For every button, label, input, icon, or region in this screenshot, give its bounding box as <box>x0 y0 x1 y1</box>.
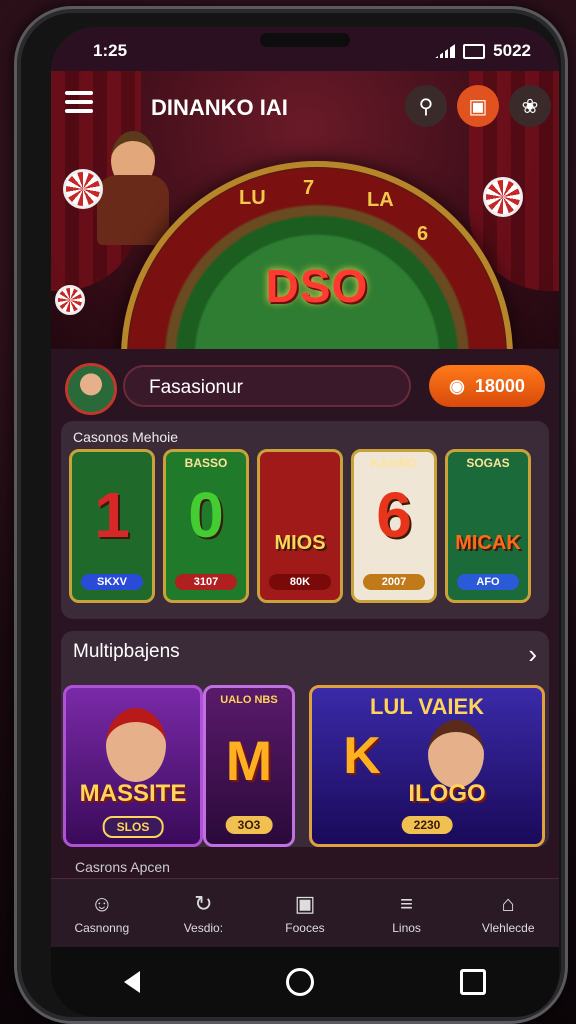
refresh-icon: ↻ <box>194 891 213 916</box>
status-right-text: 5022 <box>493 41 531 60</box>
game-card[interactable]: 1 SKXV <box>69 449 155 603</box>
bottom-nav: ☺ Casnonng ↻ Vesdio: ▣ Fooces ≡ Linos ⌂ Vlehlecde <box>51 878 559 947</box>
nav-label: Linos <box>392 921 421 935</box>
camera-notch <box>260 33 350 47</box>
card-title: MICAK <box>455 532 521 554</box>
game-tile-m[interactable]: UALO NBS M 3O3 <box>203 685 295 847</box>
nav-label: Vesdio: <box>183 921 224 935</box>
card-badge: 3107 <box>175 574 237 590</box>
coin-icon: ◉ <box>449 375 465 396</box>
recent-apps-icon[interactable] <box>460 969 486 995</box>
battery-icon <box>463 43 486 59</box>
nav-label: Fooces <box>285 921 325 935</box>
nav-item[interactable]: ≡ Linos <box>356 879 458 947</box>
menu-icon[interactable] <box>65 91 93 115</box>
nav-item[interactable]: ↻ Vesdio: <box>153 879 255 947</box>
coin-balance-button[interactable]: ◉ 18000 <box>429 365 545 407</box>
game-card[interactable]: BASSO 0 3107 <box>163 449 249 603</box>
avatar-icon: ☺ <box>90 891 114 916</box>
section-title: Casonos Mehoie <box>73 429 179 445</box>
back-icon[interactable] <box>124 971 140 993</box>
card-title: 1 <box>94 479 130 551</box>
bag-icon: ▣ <box>294 891 316 916</box>
main-panel: Fasasionur ◉ 18000 Casonos Mehoie 1 SKXV B… <box>51 349 559 947</box>
game-tile-massite[interactable]: MASSITE SLOS <box>63 685 203 847</box>
username-field[interactable]: Fasasionur <box>123 365 411 407</box>
character-icon <box>428 720 484 788</box>
chevron-right-icon[interactable]: › <box>528 639 537 670</box>
character-icon <box>106 708 166 782</box>
system-nav-bar <box>51 947 559 1017</box>
game-card[interactable]: MIOS 80K <box>257 449 343 603</box>
card-title: 0 <box>188 479 224 551</box>
multiplayer-section: Multipbajens › MASSITE SLOS UALO NBS M 3… <box>61 631 549 847</box>
chip-icon <box>483 177 523 217</box>
game-card[interactable]: SOGAS MICAK AFO <box>445 449 531 603</box>
nav-label: Vlehlecde <box>481 921 535 935</box>
card-title: 6 <box>376 479 412 551</box>
gift-icon[interactable]: ▣ <box>457 85 499 127</box>
card-label: SOGAS <box>466 456 510 470</box>
card-badge: 2007 <box>363 574 425 590</box>
card-title: MIOS <box>274 532 326 554</box>
nav-item[interactable]: ⌂ Vlehlecde <box>457 879 559 947</box>
app-title: DINANKO IAI <box>151 95 288 120</box>
trophy-icon: ⌂ <box>501 891 515 916</box>
app-bar: DINANKO IAI ⚲ ▣ ❀ <box>51 71 559 141</box>
card-badge: SKXV <box>81 574 143 590</box>
nav-label: Casnonng <box>74 921 130 935</box>
roulette-wheel: LU 7 LA 6 DSO <box>121 161 513 361</box>
card-badge: AFO <box>457 574 519 590</box>
profile-row: Fasasionur ◉ 18000 <box>65 361 545 415</box>
card-label: KASINO <box>370 456 418 470</box>
microphone-icon[interactable]: ⚲ <box>405 85 447 127</box>
nav-item[interactable]: ☺ Casnonng <box>51 879 153 947</box>
status-time: 1:25 <box>93 41 128 60</box>
nav-item[interactable]: ▣ Fooces <box>254 879 356 947</box>
section-title: Casrons Apcen <box>75 859 170 875</box>
game-tile-lul-vaiek[interactable]: LUL VAIEK K ILOGO 2230 <box>309 685 545 847</box>
card-badge: 80K <box>269 574 331 590</box>
user-avatar[interactable] <box>65 363 117 415</box>
signal-icon <box>435 44 456 58</box>
card-label: BASSO <box>184 456 228 470</box>
chip-icon <box>63 169 103 209</box>
game-card[interactable]: KASINO 6 2007 <box>351 449 437 603</box>
banner-logo: DSO <box>265 260 369 312</box>
home-icon[interactable] <box>286 968 314 996</box>
dealer-figure <box>93 131 173 245</box>
profile-icon[interactable]: ❀ <box>509 85 551 127</box>
coin-balance: 18000 <box>474 375 525 396</box>
cards-icon: ≡ <box>400 891 413 916</box>
phone-screen: LU 7 LA 6 DSO 1:25 5022 DINANKO IAI ⚲ ▣ … <box>51 27 559 1017</box>
game-card-row: 1 SKXV BASSO 0 3107 MIOS 80K KASINO 6 2007 SOGAS MI… <box>69 449 541 603</box>
casino-games-section: Casonos Mehoie 1 SKXV BASSO 0 3107 MIOS 80K KAS… <box>61 421 549 619</box>
chip-icon <box>55 285 85 315</box>
section-title: Multipbajens <box>73 641 180 662</box>
phone-frame: LU 7 LA 6 DSO 1:25 5022 DINANKO IAI ⚲ ▣ … <box>14 6 568 1024</box>
